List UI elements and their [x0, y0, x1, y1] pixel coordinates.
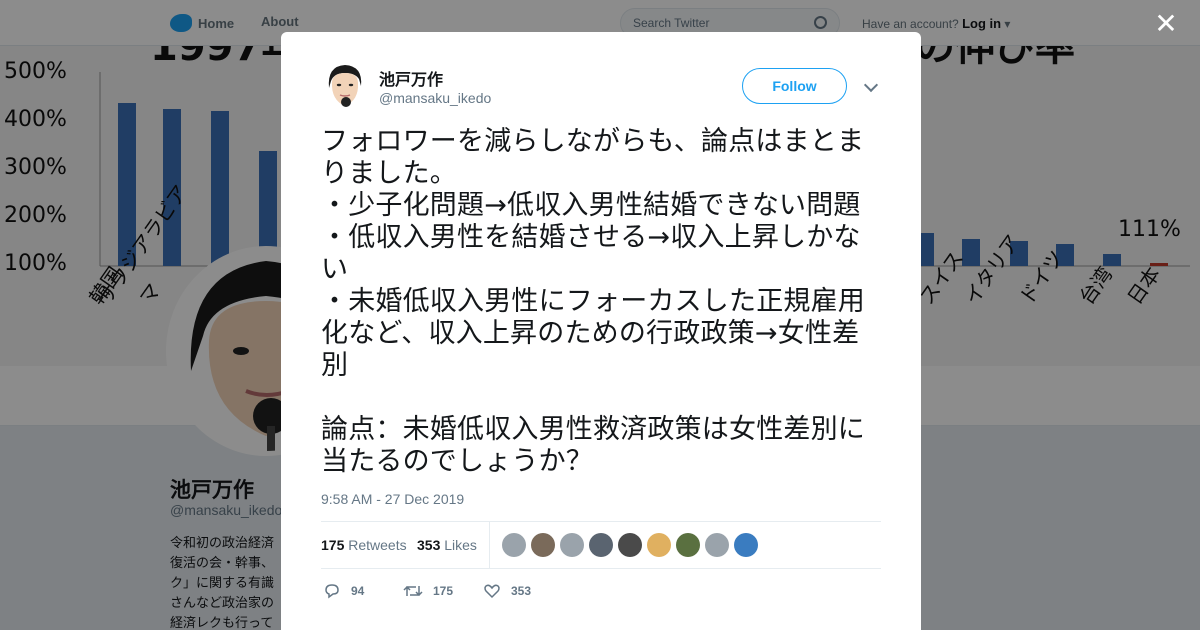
reply-action[interactable]: 94: [323, 582, 364, 600]
like-count: 353: [417, 537, 441, 553]
liker-avatars: [502, 533, 758, 557]
tweet-actions: 94 175 353: [321, 580, 881, 604]
retweet-icon: [403, 585, 423, 597]
liker-avatar[interactable]: [734, 533, 758, 557]
follow-button[interactable]: Follow: [742, 68, 847, 104]
like-count-link[interactable]: 353 Likes: [417, 537, 477, 553]
retweet-action-count: 175: [433, 584, 454, 598]
author-avatar[interactable]: [321, 62, 369, 110]
retweet-count-link[interactable]: 175 Retweets: [321, 537, 407, 553]
like-action-count: 353: [511, 584, 532, 598]
stats-divider: [489, 522, 490, 568]
liker-avatar[interactable]: [560, 533, 584, 557]
tweet-modal: 池戸万作 @mansaku_ikedo Follow フォロワーを減らしながらも…: [281, 32, 921, 630]
liker-avatar[interactable]: [502, 533, 526, 557]
reply-count: 94: [351, 584, 365, 598]
liker-avatar[interactable]: [531, 533, 555, 557]
retweet-action[interactable]: 175: [403, 582, 453, 600]
liker-avatar[interactable]: [676, 533, 700, 557]
tweet-stats: 175 Retweets 353 Likes: [321, 521, 881, 569]
tweet-text: フォロワーを減らしながらも、論点はまとまりました。 ・少子化問題→低収入男性結婚…: [321, 126, 865, 477]
like-count-label: Likes: [444, 537, 477, 553]
author-handle[interactable]: @mansaku_ikedo: [379, 90, 491, 106]
retweet-count: 175: [321, 537, 345, 553]
author-avatar-illustration: [321, 62, 369, 110]
tweet-timestamp[interactable]: 9:58 AM - 27 Dec 2019: [321, 491, 464, 507]
retweet-count-label: Retweets: [348, 537, 407, 553]
liker-avatar[interactable]: [589, 533, 613, 557]
chevron-down-icon[interactable]: [863, 77, 879, 93]
heart-icon: [484, 584, 500, 599]
author-name[interactable]: 池戸万作: [379, 66, 443, 90]
like-action[interactable]: 353: [483, 582, 531, 600]
reply-icon: [325, 584, 339, 599]
liker-avatar[interactable]: [647, 533, 671, 557]
liker-avatar[interactable]: [705, 533, 729, 557]
liker-avatar[interactable]: [618, 533, 642, 557]
close-icon[interactable]: ✕: [1152, 10, 1180, 38]
